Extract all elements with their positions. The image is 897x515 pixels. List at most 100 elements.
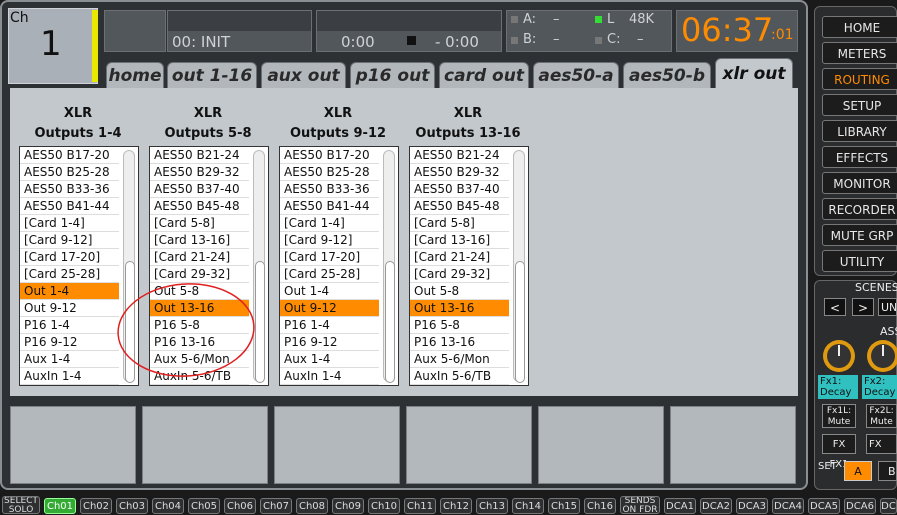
source-option[interactable]: Aux 5-6/Mon [410, 351, 509, 368]
source-option[interactable]: P16 9-12 [280, 334, 379, 351]
source-option[interactable]: AES50 B41-44 [280, 198, 379, 215]
channel-select-button[interactable]: Ch07 [260, 498, 292, 514]
fx-fx2-button[interactable]: FX FX [866, 434, 897, 454]
source-option[interactable]: [Card 25-28] [280, 266, 379, 283]
source-option[interactable]: [Card 21-24] [150, 249, 249, 266]
scene-undo-button[interactable]: UN [878, 298, 897, 316]
dca-select-button[interactable]: DCA1 [664, 498, 696, 514]
utility-button[interactable]: UTILITY [822, 250, 897, 272]
select-solo-button[interactable]: SELECT SOLO [2, 496, 40, 514]
dca-select-button[interactable]: DCA5 [808, 498, 840, 514]
source-option[interactable]: AES50 B17-20 [280, 147, 379, 164]
source-option[interactable]: Out 13-16 [410, 300, 509, 317]
encoder-box-6[interactable] [670, 406, 796, 484]
tab-out-1-16[interactable]: out 1-16 [167, 62, 257, 88]
setup-button[interactable]: SETUP [822, 94, 897, 116]
effects-button[interactable]: EFFECTS [822, 146, 897, 168]
tab-home[interactable]: home [106, 62, 164, 88]
channel-select-button[interactable]: Ch10 [368, 498, 400, 514]
source-option[interactable]: [Card 21-24] [410, 249, 509, 266]
fx2l-mute-button[interactable]: Fx2L: Mute [866, 404, 897, 428]
fx-fx1-button[interactable]: FX FX1 [822, 434, 856, 470]
source-option[interactable]: AES50 B25-28 [20, 164, 119, 181]
tab-p16-out[interactable]: p16 out [350, 62, 435, 88]
channel-select-button[interactable]: Ch14 [512, 498, 544, 514]
channel-select-button[interactable]: Ch11 [404, 498, 436, 514]
source-option[interactable]: AuxIn 1-4 [20, 368, 119, 385]
channel-select-button[interactable]: Ch02 [80, 498, 112, 514]
source-option[interactable]: [Card 1-4] [280, 215, 379, 232]
set-a-button[interactable]: A [844, 461, 872, 481]
encoder-box-1[interactable] [10, 406, 136, 484]
source-option[interactable]: AES50 B37-40 [410, 181, 509, 198]
source-option[interactable]: [Card 9-12] [280, 232, 379, 249]
fx2-param-display[interactable]: Fx2: Decay [862, 375, 897, 399]
fx1-knob-icon[interactable] [823, 340, 855, 372]
encoder-box-4[interactable] [406, 406, 532, 484]
source-option[interactable]: Out 9-12 [280, 300, 379, 317]
source-option[interactable]: P16 1-4 [20, 317, 119, 334]
channel-select-button[interactable]: Ch09 [332, 498, 364, 514]
source-list-outputs-9-12[interactable]: AES50 B17-20 AES50 B25-28 AES50 B33-36 AES5… [279, 146, 399, 386]
source-option[interactable]: AES50 B21-24 [410, 147, 509, 164]
encoder-box-2[interactable] [142, 406, 268, 484]
source-option[interactable]: AuxIn 1-4 [280, 368, 379, 385]
scrollbar-thumb[interactable] [385, 261, 395, 383]
source-option[interactable]: [Card 25-28] [20, 266, 119, 283]
scrollbar-thumb[interactable] [515, 261, 525, 383]
source-option[interactable]: Out 5-8 [410, 283, 509, 300]
source-option[interactable]: Out 9-12 [20, 300, 119, 317]
source-option[interactable]: AES50 B45-48 [410, 198, 509, 215]
mute-grp-button[interactable]: MUTE GRP [822, 224, 897, 246]
tab-card-out[interactable]: card out [439, 62, 529, 88]
encoder-box-3[interactable] [274, 406, 400, 484]
source-option[interactable]: [Card 29-32] [410, 266, 509, 283]
source-option[interactable]: AES50 B17-20 [20, 147, 119, 164]
tab-aes50-b[interactable]: aes50-b [623, 62, 711, 88]
recorder-button[interactable]: RECORDER [822, 198, 897, 220]
source-option[interactable]: AES50 B33-36 [280, 181, 379, 198]
source-option[interactable]: [Card 5-8] [150, 215, 249, 232]
monitor-button[interactable]: MONITOR [822, 172, 897, 194]
channel-select-button[interactable]: Ch01 [44, 498, 76, 514]
source-option[interactable]: Aux 1-4 [280, 351, 379, 368]
channel-select-button[interactable]: Ch06 [224, 498, 256, 514]
list-scrollbar[interactable] [513, 150, 525, 383]
source-option[interactable]: [Card 13-16] [410, 232, 509, 249]
source-option[interactable]: AuxIn 5-6/TB [410, 368, 509, 385]
source-option[interactable]: Out 1-4 [280, 283, 379, 300]
dca-select-button[interactable]: DC [880, 498, 897, 514]
source-option[interactable]: [Card 5-8] [410, 215, 509, 232]
tab-aes50-a[interactable]: aes50-a [533, 62, 619, 88]
source-option[interactable]: [Card 17-20] [280, 249, 379, 266]
source-option[interactable]: P16 1-4 [280, 317, 379, 334]
dca-select-button[interactable]: DCA4 [772, 498, 804, 514]
set-b-button[interactable]: B [878, 461, 897, 481]
source-option[interactable]: [Card 9-12] [20, 232, 119, 249]
fx1l-mute-button[interactable]: Fx1L: Mute [822, 404, 856, 428]
source-option[interactable]: [Card 1-4] [20, 215, 119, 232]
encoder-box-5[interactable] [538, 406, 664, 484]
fx1-param-display[interactable]: Fx1: Decay [818, 375, 858, 399]
scene-next-button[interactable]: > [852, 298, 874, 316]
channel-select-button[interactable]: Ch12 [440, 498, 472, 514]
channel-select-button[interactable]: Ch08 [296, 498, 328, 514]
meters-button[interactable]: METERS [822, 42, 897, 64]
fx2-knob-icon[interactable] [867, 340, 897, 372]
sends-on-fader-button[interactable]: SENDS ON FDR [620, 496, 660, 514]
channel-select-button[interactable]: Ch16 [584, 498, 616, 514]
library-button[interactable]: LIBRARY [822, 120, 897, 142]
channel-select-button[interactable]: Ch03 [116, 498, 148, 514]
tab-xlr-out[interactable]: xlr out [715, 58, 793, 90]
scene-prev-button[interactable]: < [824, 298, 846, 316]
source-option[interactable]: [Card 13-16] [150, 232, 249, 249]
channel-select-button[interactable]: Ch15 [548, 498, 580, 514]
source-option[interactable]: Out 1-4 [20, 283, 119, 300]
source-option[interactable]: AES50 B33-36 [20, 181, 119, 198]
source-option[interactable]: P16 9-12 [20, 334, 119, 351]
source-option[interactable]: AES50 B41-44 [20, 198, 119, 215]
list-scrollbar[interactable] [383, 150, 395, 383]
dca-select-button[interactable]: DCA3 [736, 498, 768, 514]
source-option[interactable]: AES50 B37-40 [150, 181, 249, 198]
routing-button[interactable]: ROUTING [822, 68, 897, 90]
